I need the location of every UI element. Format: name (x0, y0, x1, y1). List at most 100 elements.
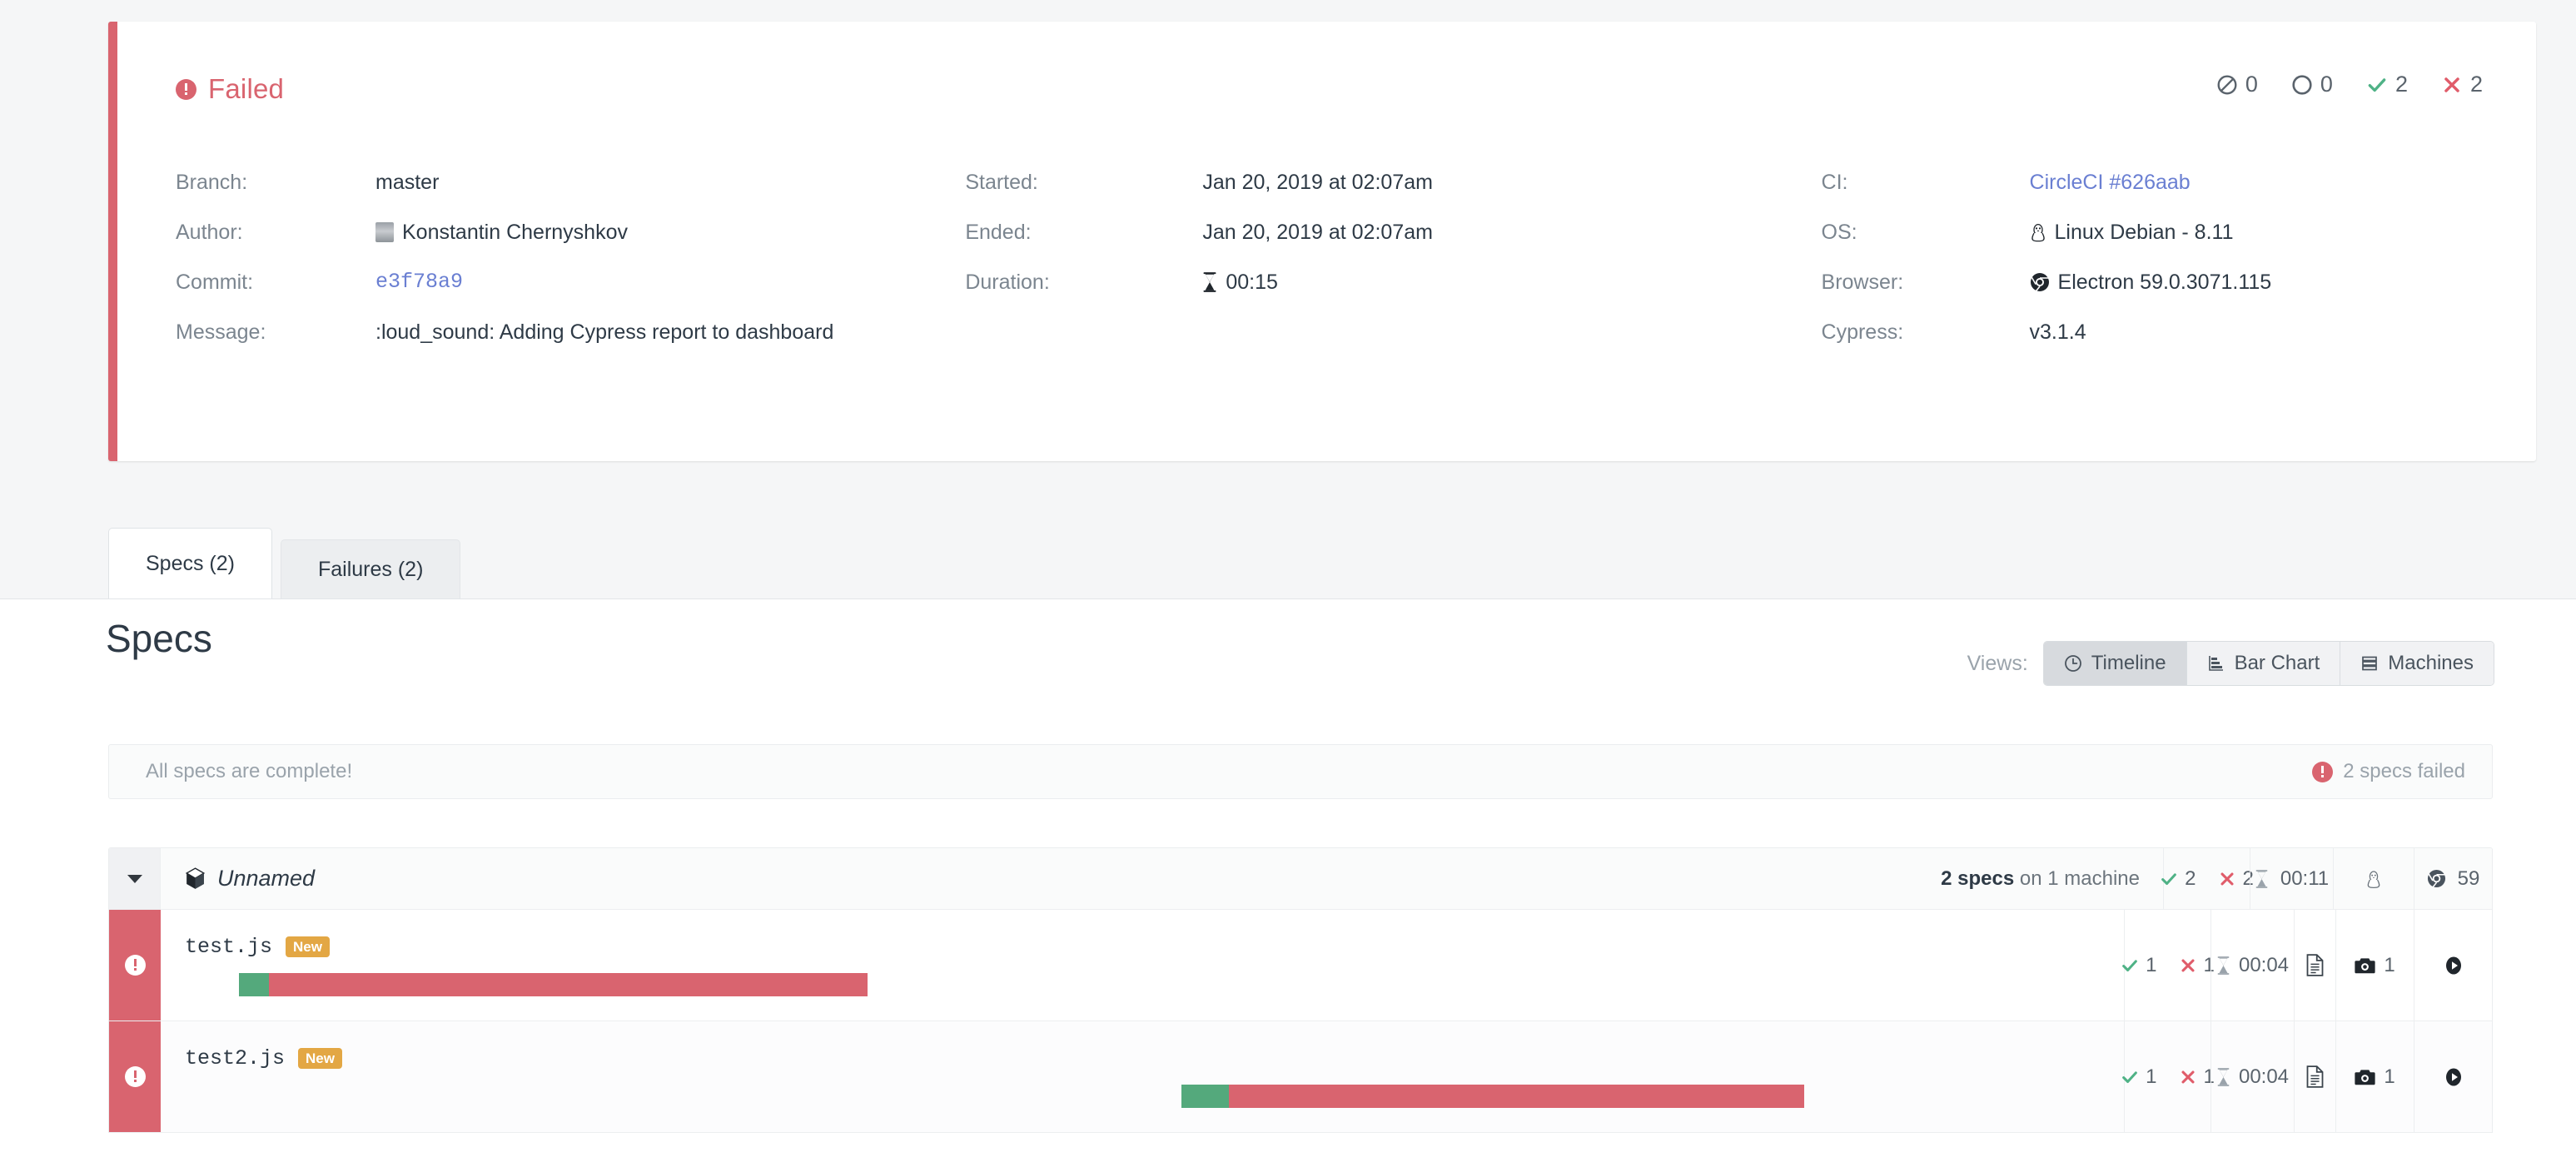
meta-message-key: Message: (176, 320, 266, 344)
meta-os: OS: Linux Debian - 8.11 (1822, 220, 2536, 270)
group-duration: 00:11 (2250, 848, 2333, 909)
camera-icon (2355, 1069, 2375, 1085)
views-control: Views: Timeline Bar Chart Machines (1967, 641, 2494, 686)
meta-author: Author: Konstantin Chernyshkov (176, 220, 965, 270)
spec-screenshots-count: 1 (2384, 1065, 2395, 1088)
spec-body: test.js New (161, 910, 2124, 1021)
tab-specs[interactable]: Specs (2) (108, 528, 272, 599)
stat-passed-value: 2 (2394, 72, 2408, 97)
table-row[interactable]: test.js New 1 1 00:04 1 (109, 910, 2492, 1021)
meta-message: Message: :loud_sound: Adding Cypress rep… (176, 320, 965, 370)
meta-commit-key: Commit: (176, 271, 254, 294)
spec-name[interactable]: test2.js New (185, 1046, 342, 1070)
stat-failed: 2 (2441, 72, 2483, 97)
spec-screenshots-action[interactable]: 1 (2335, 1021, 2414, 1132)
specs-status-strip: All specs are complete! 2 specs failed (108, 744, 2493, 799)
run-status-label: Failed (208, 73, 285, 104)
group-pass-fail: 2 2 (2160, 867, 2254, 891)
stat-passed: 2 (2366, 72, 2408, 97)
meta-started-key: Started: (965, 171, 1038, 194)
spec-results: 1 1 (2122, 1021, 2215, 1132)
bar-chart-icon (2208, 656, 2223, 671)
meta-branch-value: master (375, 171, 440, 194)
meta-os-key: OS: (1821, 221, 1857, 244)
run-summary-card: Failed 0 0 2 2 Branch: master Author: Ko… (108, 22, 2536, 461)
run-status: Failed (176, 73, 284, 105)
camera-icon (2355, 957, 2375, 973)
stat-pending: 0 (2291, 72, 2333, 97)
spec-duration: 00:04 (2210, 1021, 2294, 1132)
alert-circle-icon (2312, 761, 2334, 782)
view-button-timeline[interactable]: Timeline (2043, 642, 2187, 685)
hourglass-icon (2217, 956, 2230, 975)
meta-duration-value: 00:15 (1226, 271, 1278, 294)
spec-name[interactable]: test.js New (185, 935, 330, 959)
table-row[interactable]: test2.js New 1 1 00:04 1 (109, 1021, 2492, 1133)
alert-circle-icon (176, 78, 196, 100)
status-badge: New (298, 1048, 342, 1069)
spec-timeline (161, 973, 2124, 996)
meta-author-key: Author: (176, 221, 243, 244)
spec-timeline-bar (239, 973, 868, 996)
spec-timeline-bar (1181, 1085, 1804, 1108)
view-button-machines[interactable]: Machines (2340, 642, 2494, 685)
meta-branch-key: Branch: (176, 171, 248, 194)
spec-duration: 00:04 (2210, 910, 2294, 1021)
specs-failed-summary: 2 specs failed (2312, 760, 2465, 783)
spec-passed: 1 (2121, 954, 2157, 977)
meta-commit-link[interactable]: e3f78a9 (375, 270, 463, 295)
meta-author-value: Konstantin Chernyshkov (402, 221, 628, 244)
specs-table: Unnamed 2 specs on 1 machine 2 2 00:11 5… (108, 847, 2493, 1133)
status-badge: New (286, 936, 330, 957)
document-icon (2306, 954, 2324, 976)
avatar (375, 222, 394, 242)
group-results: 2 2 (2161, 848, 2254, 909)
group-collapse-toggle[interactable] (109, 848, 161, 909)
group-os (2333, 848, 2414, 909)
hourglass-icon (2255, 869, 2268, 888)
tab-failures[interactable]: Failures (2) (280, 539, 461, 599)
skipped-icon (2217, 75, 2237, 94)
meta-ci-key: CI: (1821, 171, 1848, 194)
linux-icon (2031, 223, 2045, 242)
run-metadata-column-1: Branch: master Author: Konstantin Cherny… (117, 170, 965, 370)
group-passed-value: 2 (2185, 867, 2196, 890)
meta-os-value: Linux Debian - 8.11 (2054, 221, 2234, 244)
spec-pass-fail: 1 1 (2121, 954, 2215, 977)
group-machines-summary: 2 specs on 1 machine (1941, 848, 2163, 909)
chrome-icon (2030, 273, 2049, 292)
failed-icon (2181, 1070, 2195, 1084)
hourglass-icon (2217, 1067, 2230, 1086)
hourglass-icon (1203, 272, 1216, 292)
meta-browser-value: Electron 59.0.3071.115 (2057, 271, 2272, 294)
spec-results: 1 1 (2122, 910, 2215, 1021)
spec-video-action[interactable] (2414, 910, 2492, 1021)
spec-log-action[interactable] (2294, 910, 2335, 1021)
spec-log-action[interactable] (2294, 1021, 2335, 1132)
spec-file-name: test2.js (185, 1046, 286, 1070)
page-title: Specs (106, 617, 212, 660)
stat-pending-value: 0 (2320, 72, 2333, 97)
alert-circle-icon (124, 1066, 146, 1087)
spec-video-action[interactable] (2414, 1021, 2492, 1132)
stat-skipped-value: 0 (2245, 72, 2258, 97)
chevron-down-icon (127, 874, 142, 883)
meta-ci-link[interactable]: CircleCI #626aab (2030, 170, 2191, 195)
timeline-pass-segment (1181, 1085, 1229, 1108)
meta-ended: Ended: Jan 20, 2019 at 02:07am (965, 220, 1821, 270)
spec-duration-value: 00:04 (2238, 953, 2290, 976)
group-passed: 2 (2160, 867, 2196, 891)
failed-icon (2181, 958, 2195, 972)
meta-browser: Browser: Electron 59.0.3071.115 (1822, 270, 2536, 320)
meta-started-value: Jan 20, 2019 at 02:07am (1202, 171, 1433, 194)
run-metadata-column-2: Started: Jan 20, 2019 at 02:07am Ended: … (965, 170, 1821, 370)
run-metadata: Branch: master Author: Konstantin Cherny… (117, 170, 2536, 370)
meta-os-value-wrap: Linux Debian - 8.11 (2030, 220, 2234, 245)
run-stats: 0 0 2 2 (2216, 72, 2483, 97)
meta-cypress-value: v3.1.4 (2029, 320, 2086, 344)
meta-cypress-key: Cypress: (1821, 320, 1904, 344)
view-button-bar-chart[interactable]: Bar Chart (2186, 642, 2341, 685)
meta-duration-key: Duration: (965, 271, 1050, 294)
group-browser-version: 59 (2457, 867, 2480, 890)
spec-screenshots-action[interactable]: 1 (2335, 910, 2414, 1021)
